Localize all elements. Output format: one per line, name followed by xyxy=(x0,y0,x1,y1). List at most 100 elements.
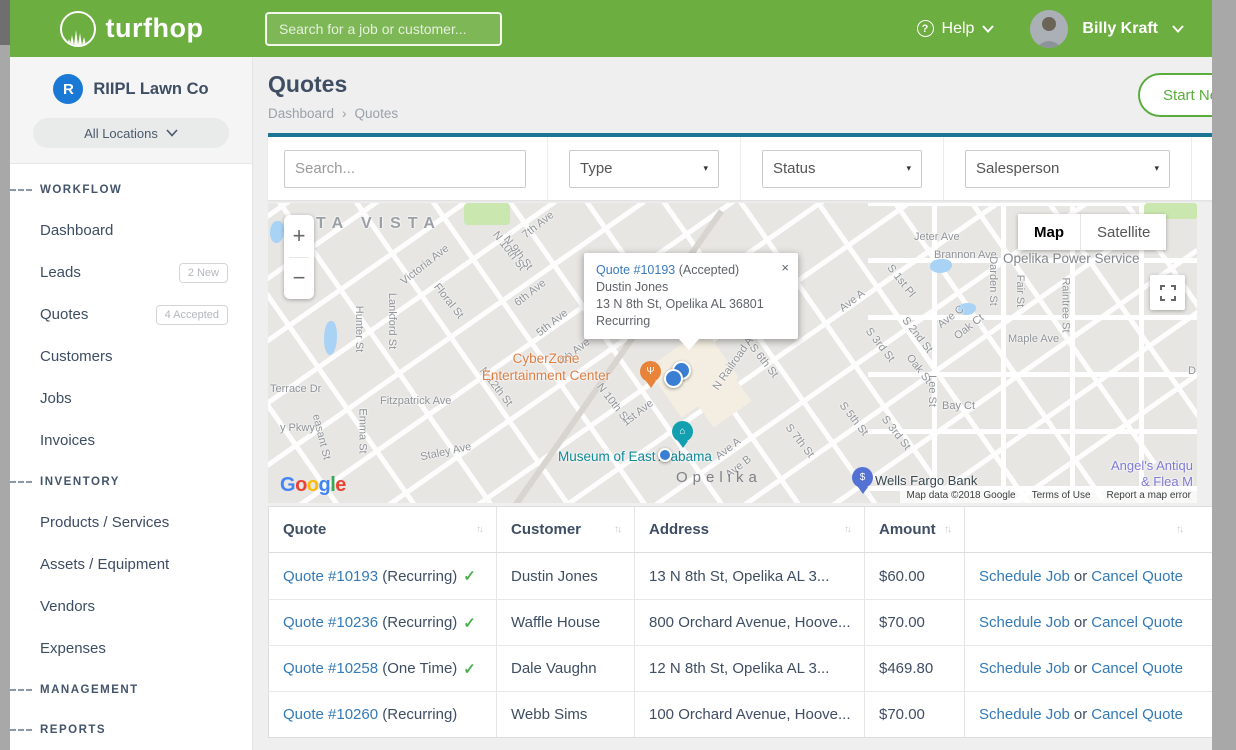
section-dashes xyxy=(10,481,32,483)
location-selector[interactable]: All Locations xyxy=(33,118,229,148)
schedule-job-link[interactable]: Schedule Job xyxy=(979,568,1070,585)
sidebar-item-leads[interactable]: Leads2 New xyxy=(10,252,252,294)
divider xyxy=(1191,137,1192,200)
sort-icon[interactable]: ↑↓ xyxy=(476,524,482,535)
terms-of-use-link[interactable]: Terms of Use xyxy=(1032,490,1091,501)
map-data-credit: Map data ©2018 Google xyxy=(906,490,1015,501)
cancel-quote-link[interactable]: Cancel Quote xyxy=(1091,568,1183,585)
location-selector-label: All Locations xyxy=(84,126,158,141)
caret-down-icon: ▾ xyxy=(906,163,911,174)
quote-link[interactable]: Quote #10260 xyxy=(283,706,378,723)
sort-icon[interactable]: ↑↓ xyxy=(1176,524,1182,535)
caret-down-icon: ▾ xyxy=(1154,163,1159,174)
logo[interactable]: turfhop xyxy=(10,11,253,47)
sidebar-item-quotes[interactable]: Quotes4 Accepted xyxy=(10,294,252,336)
sidebar-item-invoices[interactable]: Invoices xyxy=(10,420,252,462)
sort-icon[interactable]: ↑↓ xyxy=(944,524,950,535)
sidebar-item-jobs[interactable]: Jobs xyxy=(10,378,252,420)
help-menu[interactable]: ? Help xyxy=(917,20,995,38)
amount-cell: $469.80 xyxy=(864,646,964,691)
company-logo-badge: R xyxy=(53,74,83,104)
breadcrumb-dashboard[interactable]: Dashboard xyxy=(268,106,334,121)
sidebar-item-products-services[interactable]: Products / Services xyxy=(10,502,252,544)
restaurant-pin-icon[interactable]: Ψ xyxy=(640,361,661,382)
address-cell: 100 Orchard Avenue, Hoove... xyxy=(634,692,864,737)
customer-cell: Waffle House xyxy=(496,600,634,645)
cancel-quote-link[interactable]: Cancel Quote xyxy=(1091,706,1183,723)
quote-link[interactable]: Quote #10258 xyxy=(283,660,378,677)
customer-cell: Webb Sims xyxy=(496,692,634,737)
user-name[interactable]: Billy Kraft xyxy=(1082,20,1158,38)
satellite-view-button[interactable]: Satellite xyxy=(1081,214,1166,250)
table-header-row: Quote↑↓ Customer↑↓ Address↑↓ Amount↑↓ ↑↓ xyxy=(269,507,1236,553)
bank-pin-icon[interactable]: $ xyxy=(852,467,873,488)
sidebar-item-customers[interactable]: Customers xyxy=(10,336,252,378)
sidebar: R RIIPL Lawn Co All Locations WORKFLOW D… xyxy=(10,57,253,750)
close-icon[interactable]: × xyxy=(781,261,789,274)
logo-text: turfhop xyxy=(106,13,204,44)
google-logo[interactable]: Google xyxy=(280,474,346,497)
table-row: Quote #10193 (Recurring)✓ Dustin Jones 1… xyxy=(269,553,1236,599)
info-window-tail xyxy=(678,338,700,350)
amount-cell: $70.00 xyxy=(864,600,964,645)
city-label: Opelika xyxy=(676,469,762,486)
section-header-management[interactable]: MANAGEMENT xyxy=(10,670,252,710)
fullscreen-button[interactable] xyxy=(1150,275,1185,310)
info-quote-status: (Accepted) xyxy=(679,263,739,277)
breadcrumb-separator: › xyxy=(342,106,347,121)
quote-link[interactable]: Quote #10236 xyxy=(283,614,378,631)
report-map-error-link[interactable]: Report a map error xyxy=(1107,490,1191,501)
section-dashes xyxy=(10,689,32,691)
sort-icon[interactable]: ↑↓ xyxy=(614,524,620,535)
park-patch xyxy=(464,203,510,225)
schedule-job-link[interactable]: Schedule Job xyxy=(979,614,1070,631)
section-header-workflow: WORKFLOW xyxy=(10,170,252,210)
salesperson-dropdown[interactable]: Salesperson ▾ xyxy=(965,150,1170,188)
map-info-window: × Quote #10193 (Accepted) Dustin Jones 1… xyxy=(584,253,798,339)
info-type: Recurring xyxy=(596,313,786,330)
amount-cell: $60.00 xyxy=(864,553,964,599)
quote-marker-10193[interactable] xyxy=(664,369,683,388)
map-view-button[interactable]: Map xyxy=(1018,214,1081,250)
info-quote-link[interactable]: Quote #10193 xyxy=(596,263,675,277)
map-type-control: Map Satellite xyxy=(1018,214,1166,250)
cancel-quote-link[interactable]: Cancel Quote xyxy=(1091,614,1183,631)
schedule-job-link[interactable]: Schedule Job xyxy=(979,660,1070,677)
turfhop-grass-icon xyxy=(60,11,96,47)
zoom-in-button[interactable]: + xyxy=(284,215,314,257)
museum-pin-icon[interactable]: ⌂ xyxy=(672,421,693,442)
map-attribution: Map data ©2018 Google Terms of Use Repor… xyxy=(900,488,1197,503)
customer-cell: Dustin Jones xyxy=(496,553,634,599)
sort-icon[interactable]: ↑↓ xyxy=(844,524,850,535)
section-header-reports[interactable]: REPORTS xyxy=(10,710,252,750)
cancel-quote-link[interactable]: Cancel Quote xyxy=(1091,660,1183,677)
schedule-job-link[interactable]: Schedule Job xyxy=(979,706,1070,723)
quotes-search-input[interactable] xyxy=(284,150,526,188)
amount-cell: $70.00 xyxy=(864,692,964,737)
quote-link[interactable]: Quote #10193 xyxy=(283,568,378,585)
divider xyxy=(547,137,548,200)
quotes-map[interactable]: TA VISTAVictoria AveFloral StN 10th St7t… xyxy=(268,203,1197,503)
sidebar-company-block: R RIIPL Lawn Co All Locations xyxy=(10,57,252,164)
user-avatar[interactable] xyxy=(1030,10,1068,48)
accepted-check-icon: ✓ xyxy=(463,660,476,678)
sidebar-item-dashboard[interactable]: Dashboard xyxy=(10,210,252,252)
divider xyxy=(740,137,741,200)
address-cell: 13 N 8th St, Opelika AL 3... xyxy=(634,553,864,599)
sidebar-nav: WORKFLOW Dashboard Leads2 New Quotes4 Ac… xyxy=(10,164,252,750)
sidebar-item-vendors[interactable]: Vendors xyxy=(10,586,252,628)
chevron-down-icon[interactable] xyxy=(1172,25,1184,33)
window-scrollbar-right[interactable] xyxy=(1212,0,1236,750)
sidebar-item-assets-equipment[interactable]: Assets / Equipment xyxy=(10,544,252,586)
accepted-check-icon: ✓ xyxy=(463,567,476,585)
zoom-out-button[interactable]: − xyxy=(284,258,314,300)
quote-marker[interactable] xyxy=(658,448,672,462)
status-dropdown[interactable]: Status ▾ xyxy=(762,150,922,188)
type-dropdown[interactable]: Type ▾ xyxy=(569,150,719,188)
page-title: Quotes xyxy=(268,57,1236,98)
sidebar-item-expenses[interactable]: Expenses xyxy=(10,628,252,670)
global-search-input[interactable] xyxy=(265,12,502,46)
window-edge-left xyxy=(0,0,10,750)
table-row: Quote #10236 (Recurring)✓ Waffle House 8… xyxy=(269,599,1236,645)
accepted-check-icon: ✓ xyxy=(463,614,476,632)
